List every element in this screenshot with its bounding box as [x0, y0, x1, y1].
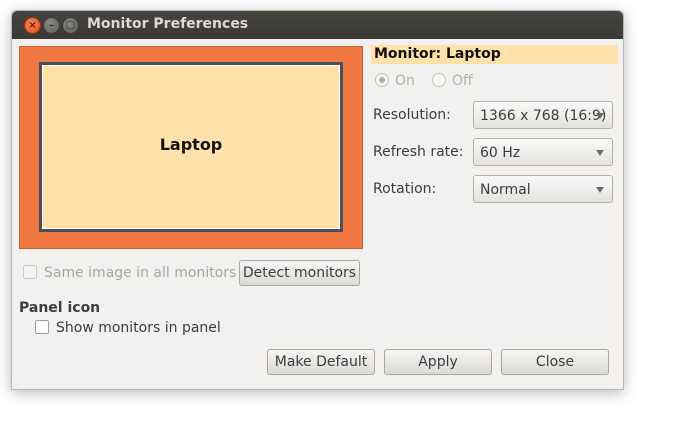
window-close-button[interactable]: ×	[24, 17, 41, 34]
power-off-radio[interactable]: Off	[432, 73, 473, 89]
refresh-rate-value: 60 Hz	[480, 145, 521, 161]
chevron-down-icon	[596, 113, 604, 119]
rotation-value: Normal	[480, 182, 531, 198]
show-in-panel-label: Show monitors in panel	[56, 320, 221, 336]
monitor-arrangement-canvas[interactable]: Laptop	[19, 46, 363, 249]
power-off-label: Off	[452, 73, 473, 89]
resolution-value: 1366 x 768 (16:9)	[480, 108, 607, 124]
monitor-name-header: Monitor: Laptop	[371, 45, 618, 64]
checkbox-icon	[35, 320, 49, 334]
checkbox-icon	[23, 265, 37, 279]
rotation-combo[interactable]: Normal	[473, 175, 613, 203]
radio-unselected-icon	[432, 73, 446, 87]
same-image-checkbox[interactable]: Same image in all monitors	[23, 265, 236, 281]
detect-monitors-button[interactable]: Detect monitors	[239, 260, 360, 286]
window-maximize-button[interactable]: □	[62, 17, 79, 34]
show-in-panel-checkbox[interactable]: Show monitors in panel	[35, 320, 221, 336]
refresh-rate-combo[interactable]: 60 Hz	[473, 138, 613, 166]
power-on-radio[interactable]: On	[375, 73, 415, 89]
monitor-label: Laptop	[159, 135, 223, 154]
resolution-label: Resolution:	[373, 107, 451, 123]
panel-icon-heading: Panel icon	[19, 300, 101, 316]
apply-button[interactable]: Apply	[384, 349, 492, 375]
monitor-preferences-window: × – □ Monitor Preferences Laptop Monitor…	[11, 10, 624, 390]
title-bar[interactable]: × – □ Monitor Preferences	[12, 11, 623, 39]
make-default-button[interactable]: Make Default	[267, 349, 375, 375]
rotation-label: Rotation:	[373, 181, 437, 197]
window-minimize-button[interactable]: –	[43, 17, 60, 34]
radio-selected-icon	[375, 73, 389, 87]
chevron-down-icon	[596, 150, 604, 156]
resolution-combo[interactable]: 1366 x 768 (16:9)	[473, 101, 613, 129]
monitor-laptop[interactable]: Laptop	[39, 62, 343, 232]
close-button[interactable]: Close	[501, 349, 609, 375]
window-title: Monitor Preferences	[87, 16, 249, 32]
same-image-label: Same image in all monitors	[44, 265, 237, 281]
power-on-label: On	[395, 73, 415, 89]
refresh-rate-label: Refresh rate:	[373, 144, 464, 160]
chevron-down-icon	[596, 187, 604, 193]
